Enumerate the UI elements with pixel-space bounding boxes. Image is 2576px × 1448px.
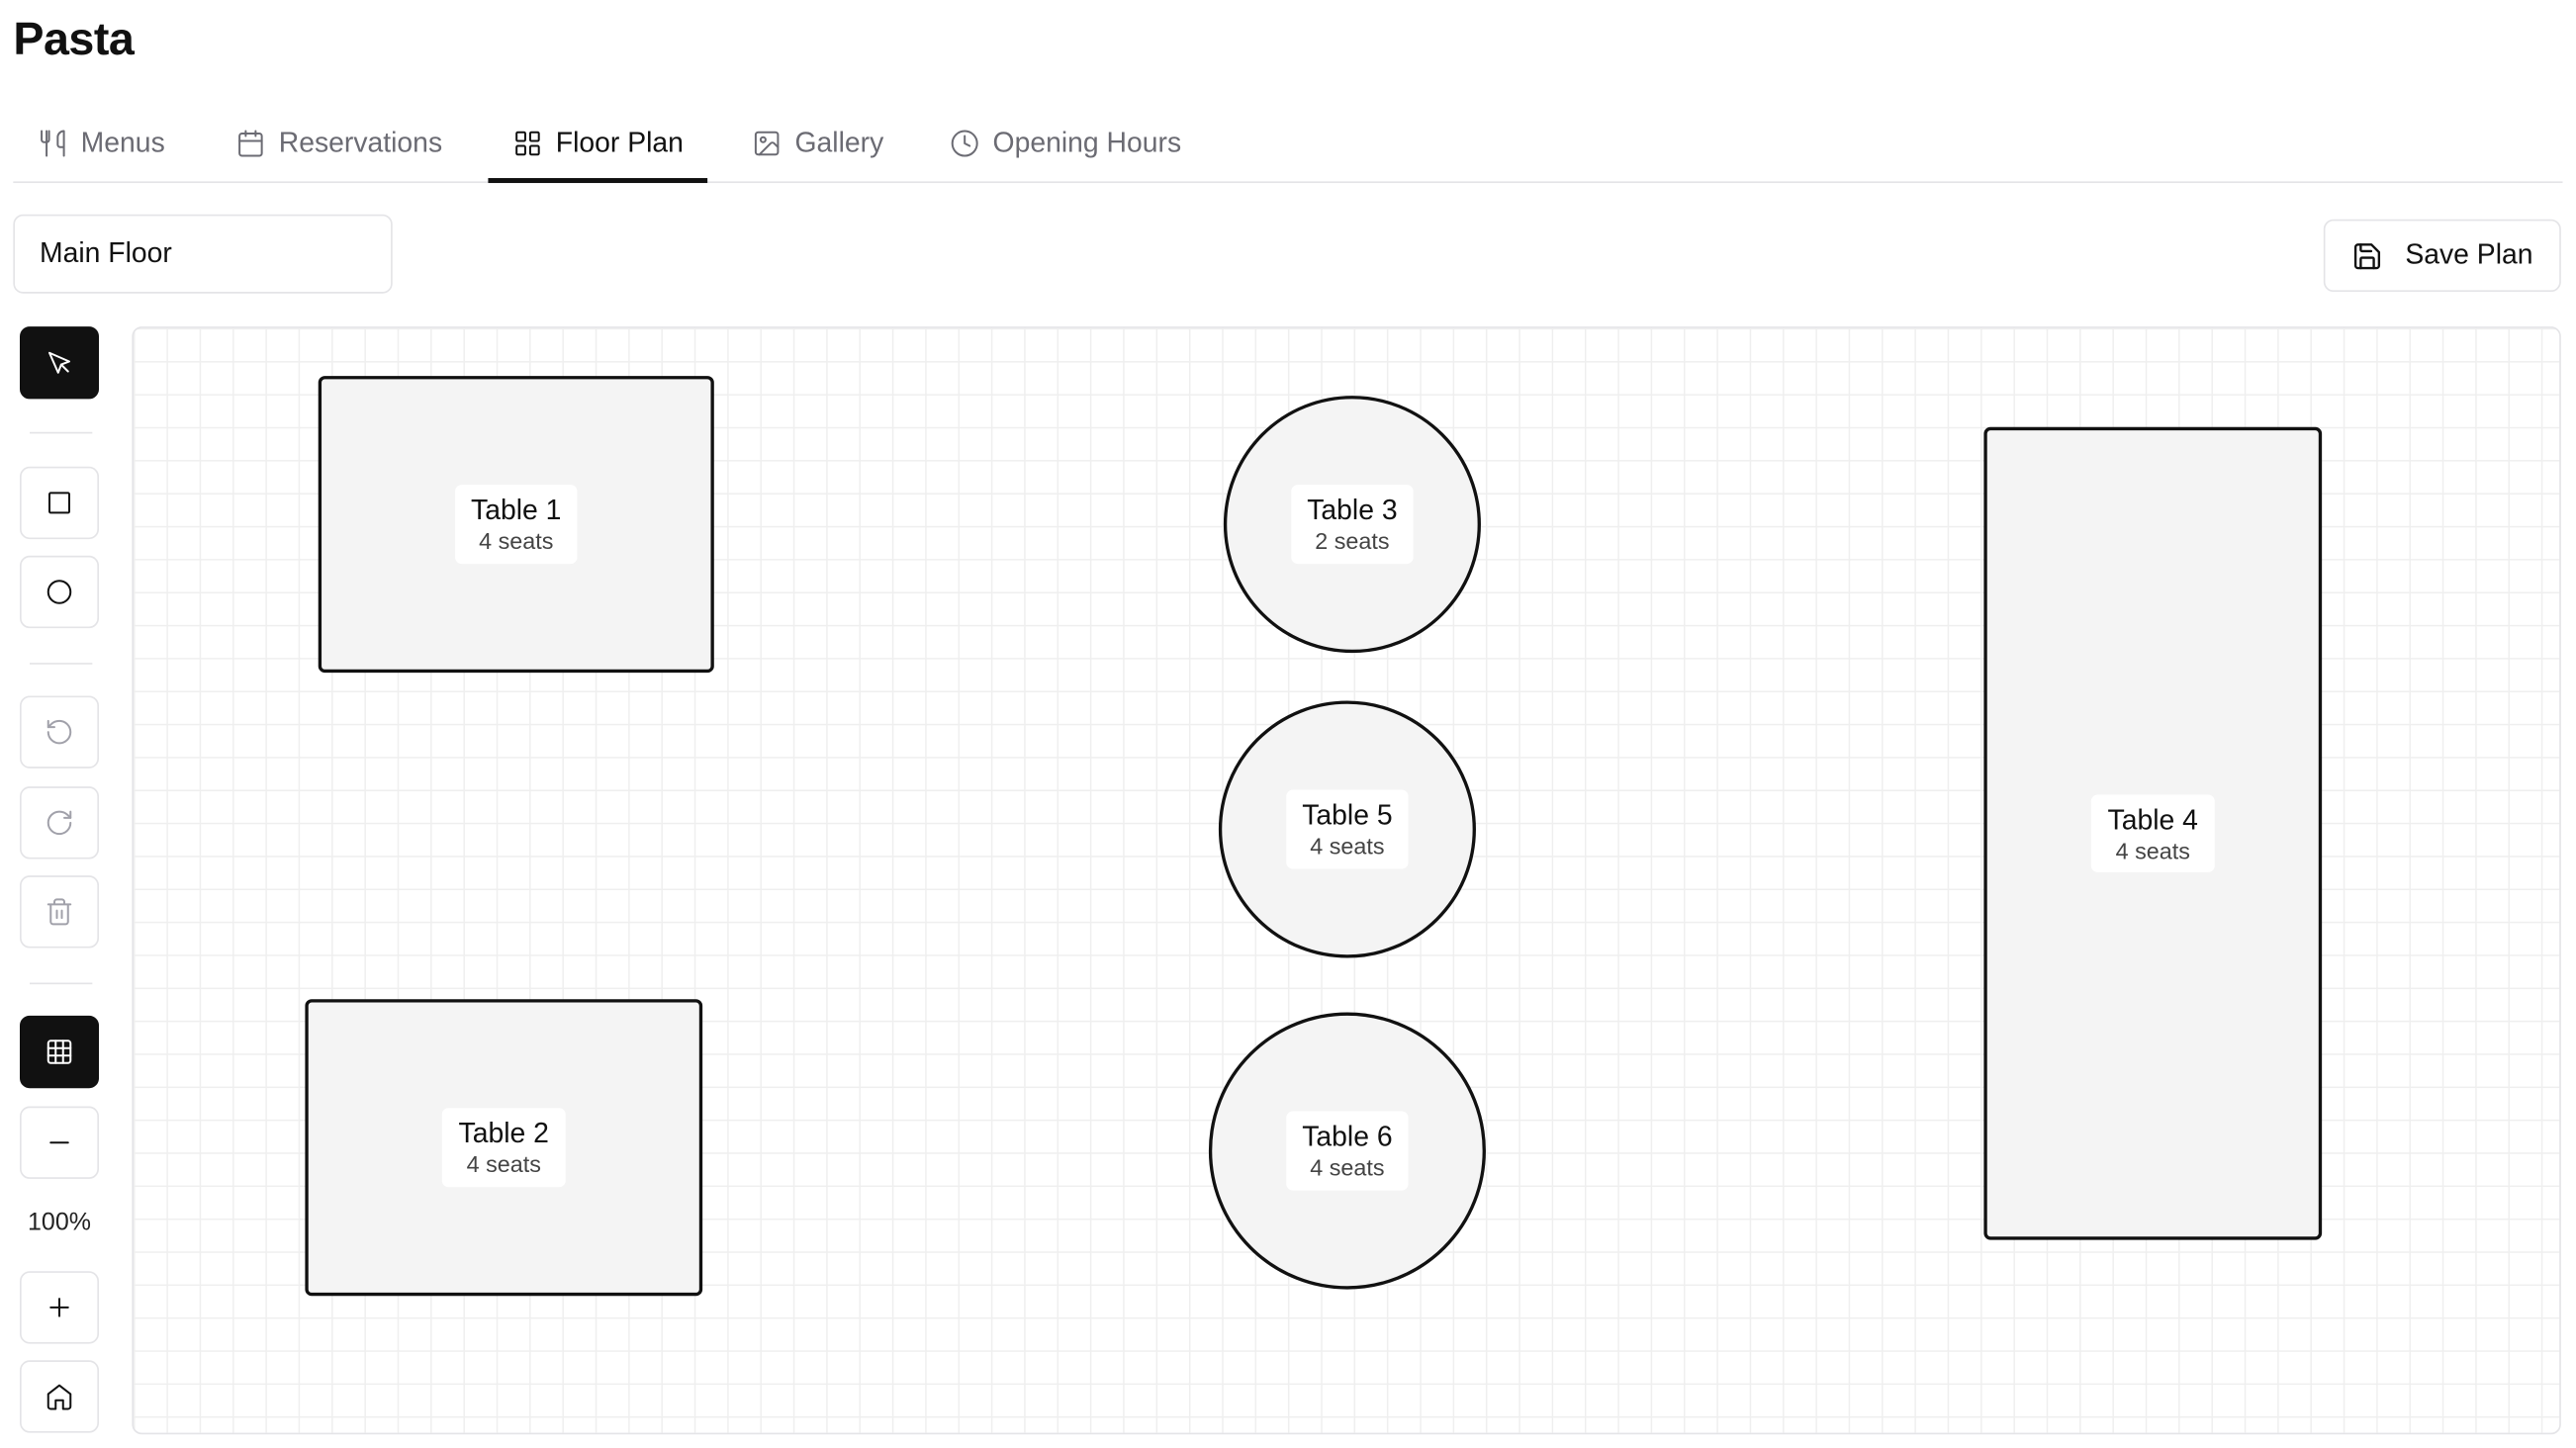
table-2[interactable]: Table 2 4 seats — [305, 999, 703, 1297]
delete-button[interactable] — [20, 875, 100, 949]
layout-grid-icon — [515, 130, 540, 155]
tab-gallery[interactable]: Gallery — [727, 106, 908, 180]
table-4[interactable]: Table 4 4 seats — [1983, 426, 2323, 1240]
zoom-in-button[interactable] — [20, 1271, 100, 1344]
table-name: Table 2 — [458, 1118, 549, 1150]
table-label: Table 6 4 seats — [1285, 1111, 1410, 1191]
tab-opening-hours[interactable]: Opening Hours — [925, 106, 1206, 180]
table-5[interactable]: Table 5 4 seats — [1218, 700, 1476, 958]
table-seats: 4 seats — [1310, 833, 1385, 860]
table-name: Table 5 — [1302, 799, 1393, 832]
square-icon — [48, 492, 71, 514]
redo-button[interactable] — [20, 786, 100, 860]
save-plan-button[interactable]: Save Plan — [2322, 219, 2561, 293]
table-seats: 2 seats — [1315, 528, 1390, 555]
grid-toggle-button[interactable] — [20, 1015, 100, 1089]
table-seats: 4 seats — [1310, 1154, 1385, 1182]
page-title: Pasta — [13, 13, 135, 65]
toolbar-divider — [30, 663, 93, 665]
table-6[interactable]: Table 6 4 seats — [1208, 1012, 1486, 1290]
table-seats: 4 seats — [466, 1151, 541, 1178]
utensils-icon — [41, 129, 65, 156]
save-plan-label: Save Plan — [2405, 238, 2533, 271]
tab-label: Reservations — [278, 126, 443, 158]
floor-plan-app: Pasta Menus Reservations Floor Plan Gall… — [0, 0, 2576, 1448]
tab-label: Menus — [80, 126, 165, 158]
clock-icon — [951, 129, 978, 156]
calendar-icon — [238, 129, 263, 156]
select-tool-button[interactable] — [20, 326, 100, 400]
toolbar-divider — [30, 431, 93, 434]
table-name: Table 4 — [2107, 803, 2198, 836]
table-3[interactable]: Table 3 2 seats — [1223, 396, 1481, 654]
minus-icon — [49, 1141, 69, 1144]
undo-icon — [46, 719, 72, 745]
tab-menus[interactable]: Menus — [13, 106, 189, 180]
zoom-level: 100% — [28, 1208, 91, 1237]
circle-icon — [46, 580, 72, 604]
table-label: Table 3 2 seats — [1290, 485, 1415, 564]
home-icon — [46, 1384, 72, 1410]
plus-icon — [49, 1298, 69, 1317]
tab-label: Floor Plan — [555, 126, 684, 158]
reset-view-button[interactable] — [20, 1360, 100, 1433]
cursor-pointer-icon — [48, 351, 71, 374]
add-round-table-button[interactable] — [20, 555, 100, 629]
zoom-out-button[interactable] — [20, 1106, 100, 1179]
tab-reservations[interactable]: Reservations — [211, 106, 467, 180]
tab-floor-plan[interactable]: Floor Plan — [488, 106, 709, 184]
grid-icon — [46, 1040, 72, 1064]
image-icon — [754, 130, 780, 155]
tab-bar: Menus Reservations Floor Plan Gallery Op… — [13, 106, 2563, 184]
tab-label: Opening Hours — [992, 126, 1182, 158]
table-label: Table 2 4 seats — [441, 1108, 566, 1188]
toolbar-divider — [30, 982, 93, 985]
table-name: Table 6 — [1302, 1121, 1393, 1153]
undo-button[interactable] — [20, 695, 100, 769]
table-label: Table 5 4 seats — [1285, 789, 1410, 869]
floor-name-input[interactable] — [13, 214, 393, 294]
tab-label: Gallery — [794, 126, 884, 158]
table-seats: 4 seats — [479, 528, 554, 555]
table-1[interactable]: Table 1 4 seats — [318, 376, 714, 674]
save-icon — [2353, 242, 2380, 269]
add-rectangle-table-button[interactable] — [20, 466, 100, 540]
floor-plan-canvas[interactable]: Table 1 4 seats Table 2 4 seats Table 3 … — [132, 326, 2561, 1435]
table-name: Table 3 — [1307, 495, 1398, 526]
redo-icon — [46, 810, 72, 836]
table-seats: 4 seats — [2115, 837, 2190, 864]
table-label: Table 4 4 seats — [2090, 793, 2215, 873]
table-name: Table 1 — [471, 495, 562, 526]
trash-icon — [46, 898, 72, 926]
table-label: Table 1 4 seats — [454, 485, 579, 564]
